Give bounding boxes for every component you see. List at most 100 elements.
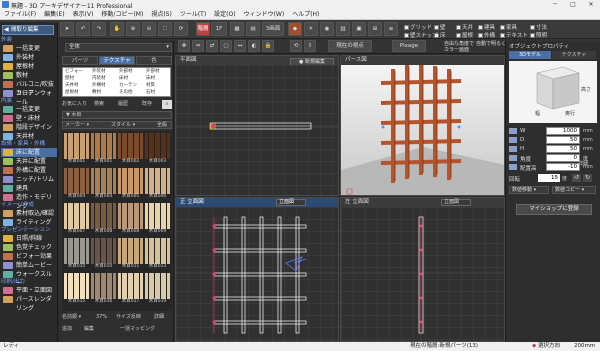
texture-swatch[interactable]: 木目011 xyxy=(118,238,143,270)
property-field-input[interactable]: 50 xyxy=(546,136,580,144)
property-field-input[interactable]: 50 xyxy=(546,145,580,153)
subtab-search[interactable]: 検索 xyxy=(94,100,104,109)
sidebar-item[interactable]: 一括変更 xyxy=(1,44,57,53)
register-myshop-button[interactable]: マイショップに登録 xyxy=(516,204,592,215)
undo-icon[interactable]: ↶ xyxy=(76,22,90,36)
check-grid[interactable]: グリッド xyxy=(404,23,432,31)
subtab-favorites[interactable]: お気に入り xyxy=(62,100,87,109)
texture-swatch[interactable]: 木目009 xyxy=(145,203,170,235)
sidebar-item[interactable]: 壁・床材 xyxy=(1,114,57,123)
stair-tool-icon[interactable]: ≡ xyxy=(384,22,398,36)
pixage-button[interactable]: Pixage xyxy=(392,40,426,52)
check-ceiling[interactable]: 天井 xyxy=(456,23,473,31)
texture-category-item[interactable]: 床材 xyxy=(146,76,170,81)
rotate-ccw-icon[interactable]: ↺ xyxy=(572,174,581,182)
light-icon[interactable]: ☀ xyxy=(304,22,318,36)
rotate-cw-icon[interactable]: ↻ xyxy=(583,174,592,182)
texture-swatch[interactable]: 木目001 xyxy=(91,133,116,165)
texture-swatch[interactable]: 木目002 xyxy=(118,133,143,165)
texture-swatch[interactable]: 木目010 xyxy=(64,238,89,270)
check-floor[interactable]: 床 xyxy=(434,31,446,39)
maximize-button[interactable]: □ xyxy=(564,0,582,9)
sidebar-item[interactable]: 色覚チェック xyxy=(1,243,57,252)
search-icon[interactable]: ⌕ xyxy=(162,100,172,109)
texture-swatch[interactable]: 木目005 xyxy=(118,168,143,200)
layer-icon[interactable]: ▦ xyxy=(230,22,244,36)
rotate-icon[interactable]: ⟳ xyxy=(174,22,188,36)
numeric-move-select[interactable]: 数値移動 ▾ xyxy=(509,186,549,194)
hide-icon[interactable]: ◐ xyxy=(248,40,260,52)
check-exterior[interactable]: 外構 xyxy=(478,31,495,39)
texture-swatch[interactable]: 木目004 xyxy=(91,168,116,200)
texture-swatch[interactable]: 木目008 xyxy=(118,203,143,235)
category-dropdown[interactable]: 全体 ▾ xyxy=(65,43,172,52)
edit-button[interactable]: 編集 xyxy=(84,325,94,334)
texture-category-item[interactable]: 石材 xyxy=(146,90,170,95)
menu-settings[interactable]: 設定(O) xyxy=(210,9,239,20)
texture-swatch[interactable]: 木目017 xyxy=(118,273,143,305)
check-text[interactable]: テキスト xyxy=(500,31,528,39)
plan-viewport[interactable]: 平面図 ● 新規編集 xyxy=(175,55,339,196)
general-dropdown[interactable]: 全般 xyxy=(157,122,167,128)
tab-texture[interactable]: テクスチャ xyxy=(99,56,135,65)
sidebar-item[interactable]: 建具 xyxy=(1,184,57,193)
check-roof[interactable]: 屋根 xyxy=(456,31,473,39)
texture-swatch[interactable]: 木目019 xyxy=(145,273,170,305)
front-elevation-dropdown[interactable]: 立面図 xyxy=(276,199,306,206)
sidebar-item[interactable]: ライティング xyxy=(1,218,57,227)
minimize-button[interactable]: ─ xyxy=(546,0,564,9)
side-elevation-dropdown[interactable]: 立面図 xyxy=(441,199,471,206)
perspective-viewport[interactable]: パース図 xyxy=(340,55,505,196)
sidebar-item[interactable]: ウォークスルー xyxy=(1,270,57,287)
wall-tool-icon[interactable]: ▥ xyxy=(336,22,350,36)
texture-swatch[interactable]: 木目004 xyxy=(64,168,89,200)
texture-category-item[interactable]: 材質 xyxy=(146,83,170,88)
texture-tree[interactable]: ▼ 木目 xyxy=(62,111,172,119)
sidebar-item[interactable]: パースレンダリング xyxy=(1,295,57,312)
front-elevation-viewport[interactable]: 正 立面図 立面図 xyxy=(175,197,339,342)
sidebar-item[interactable]: 素材取込/確認 xyxy=(1,209,57,218)
pan-icon[interactable]: ✋ xyxy=(110,22,124,36)
sidebar-item[interactable]: 階段デザイン xyxy=(1,123,57,132)
texture-category-item[interactable]: その他 xyxy=(119,90,146,95)
sidebar-item[interactable]: カーテンウォール xyxy=(1,89,57,106)
sidebar-item[interactable]: 外構に配置 xyxy=(1,166,57,175)
detail-button[interactable]: 詳細 xyxy=(154,313,164,322)
texture-swatch[interactable]: 木目010 xyxy=(91,238,116,270)
batch-mapping-button[interactable]: 一括マッピング xyxy=(120,325,155,334)
texture-swatch[interactable]: 木目001 xyxy=(64,133,89,165)
check-wall[interactable]: 壁 xyxy=(434,23,446,31)
check-dimension[interactable]: 寸法 xyxy=(530,23,547,31)
mirror-icon[interactable]: ⇄ xyxy=(206,40,218,52)
window-tool-icon[interactable]: ⊞ xyxy=(368,22,382,36)
sidebar-item[interactable]: 外装材 xyxy=(1,53,57,62)
menu-help[interactable]: ヘルプ(H) xyxy=(288,9,323,20)
sidebar-item[interactable]: 床に配置 xyxy=(1,148,57,157)
texture-swatch[interactable]: 木目006 xyxy=(145,168,170,200)
sidebar-item[interactable]: バルコニ/吹抜フロア xyxy=(1,80,57,97)
render-mode-toggle[interactable]: カラー画面 xyxy=(444,46,469,53)
texture-swatch[interactable]: 木目013 xyxy=(145,238,170,270)
camera-icon[interactable]: ◉ xyxy=(320,22,334,36)
menu-tools[interactable]: ツール(T) xyxy=(176,9,210,20)
door-tool-icon[interactable]: ▣ xyxy=(352,22,366,36)
style-dropdown[interactable]: スタイル ▾ xyxy=(111,122,151,128)
menu-move-copy[interactable]: 移動/コピー(M) xyxy=(97,9,147,20)
zoom-out-icon[interactable]: ⊖ xyxy=(142,22,156,36)
side-elevation-viewport[interactable]: 左 立面図 立面図 xyxy=(340,197,505,342)
texture-category-item[interactable]: 壁材 xyxy=(65,76,92,81)
view-mode-select[interactable]: 3画面 xyxy=(262,22,284,36)
level-select[interactable]: 1F xyxy=(211,22,227,36)
check-light[interactable]: 照明 xyxy=(530,31,547,39)
detail-reset-button[interactable]: 詳細 xyxy=(578,160,588,167)
size-reflect-toggle[interactable]: サイズ反映 xyxy=(116,313,141,322)
group-icon[interactable]: ▢ xyxy=(220,40,232,52)
texture-category-item[interactable]: 外構材 xyxy=(92,83,119,88)
auto-light-toggle[interactable]: 自動で明るく xyxy=(476,40,506,47)
measure-icon[interactable]: ↔ xyxy=(234,40,246,52)
texture-category-item[interactable]: 天井材 xyxy=(65,83,92,88)
check-fittings[interactable]: 建具 xyxy=(478,23,495,31)
sidebar-item[interactable]: 平面・立面図 xyxy=(1,286,57,295)
texture-category-item[interactable]: 敷材 xyxy=(92,90,119,95)
add-button[interactable]: 追加 xyxy=(62,325,72,334)
